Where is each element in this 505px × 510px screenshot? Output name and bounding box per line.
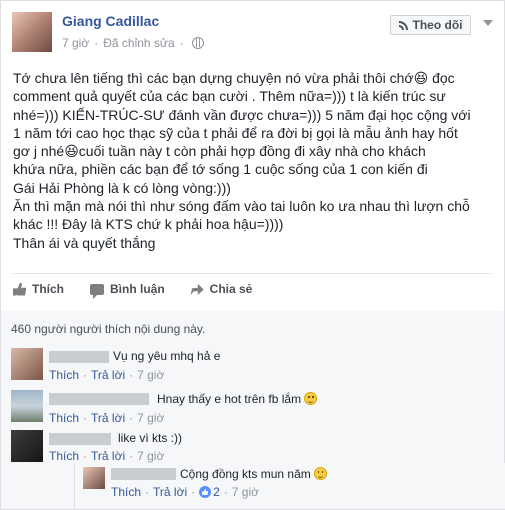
rss-icon	[398, 20, 409, 30]
like-badge-icon	[199, 486, 212, 498]
share-button[interactable]: Chia sẻ	[190, 282, 253, 296]
comment-reply-link[interactable]: Trả lời	[91, 368, 125, 382]
reply-like-count[interactable]: 2	[199, 485, 220, 499]
facebook-post-card: Giang Cadillac 7 giờ · Đã chỉnh sửa · Th…	[0, 0, 505, 510]
commenter-name-redacted[interactable]	[49, 433, 111, 445]
thumbs-up-icon	[13, 282, 26, 296]
share-label: Chia sẻ	[209, 282, 253, 296]
comment-icon	[90, 283, 104, 299]
globe-icon	[191, 37, 204, 49]
likes-summary[interactable]: 460 người người thích nội dung này.	[1, 311, 504, 337]
reply-actions: Thích · Trả lời · 2 · 7 giờ	[111, 485, 260, 499]
comment-like-link[interactable]: Thích	[49, 449, 79, 463]
reply-time[interactable]: 7 giờ	[232, 485, 259, 499]
post-line: 1 năm tới cao học thạc sỹ của t phải để …	[13, 124, 458, 141]
action-bar: Thích Bình luận Chia sẻ	[13, 282, 278, 299]
divider	[13, 273, 491, 274]
comment-text-content: Hnay thấy e hot trên fb lắm	[157, 392, 302, 406]
commenter-name-redacted[interactable]	[49, 351, 109, 363]
smile-emoji-icon	[304, 392, 318, 405]
follow-button[interactable]: Theo dõi	[390, 15, 471, 35]
reply-like-link[interactable]: Thích	[111, 485, 141, 499]
comment-reply-link[interactable]: Trả lời	[91, 449, 125, 463]
commenter-name-redacted[interactable]	[49, 393, 149, 405]
comment-text: Vụ ng yêu mhq hả e	[113, 349, 221, 363]
post-line: Thân ái và quyết thắng	[13, 234, 156, 251]
commenter-avatar[interactable]	[11, 348, 43, 380]
author-avatar[interactable]	[12, 12, 52, 52]
post-line: gơ j nhé😆cuối tuần này t còn phải hợp đồ…	[13, 143, 426, 160]
reply-author-name-redacted[interactable]	[111, 468, 176, 480]
comments-section: Vụ ng yêu mhq hả e Thích · Trả lời · 7 giờ…	[1, 337, 505, 509]
like-button[interactable]: Thích	[13, 282, 64, 296]
comment-time[interactable]: 7 giờ	[137, 368, 164, 382]
comment-button[interactable]: Bình luận	[90, 282, 165, 299]
reply-author-avatar[interactable]	[83, 467, 105, 489]
meta-separator: ·	[94, 36, 99, 50]
post-meta: 7 giờ · Đã chỉnh sửa ·	[62, 36, 204, 50]
meta-separator: ·	[179, 36, 184, 50]
likes-count-text[interactable]: 460 người người thích nội dung này.	[11, 322, 205, 336]
reply-like-count-value: 2	[213, 485, 220, 499]
commenter-avatar[interactable]	[11, 390, 43, 422]
comment-time[interactable]: 7 giờ	[137, 411, 164, 425]
comment-actions: Thích · Trả lời · 7 giờ	[49, 449, 165, 463]
comment-text: like vì kts :))	[118, 431, 183, 445]
post-line: comment quả quyết của các bạn cười . Thê…	[13, 88, 446, 105]
post-text: Tớ chưa lên tiếng thì các bạn dựng chuyệ…	[13, 69, 483, 252]
post-time[interactable]: 7 giờ	[62, 36, 89, 50]
post-line: nhé=))) KIẾN-TRÚC-SƯ đánh vần được chưa=…	[13, 106, 471, 123]
share-icon	[190, 283, 204, 296]
post-line: khứa nữa, phiền các bạn để tớ sống 1 cuộ…	[13, 161, 428, 178]
reply-text: Cộng đồng kts mun năm	[180, 467, 327, 481]
comment-text: Hnay thấy e hot trên fb lắm	[157, 392, 318, 406]
grin-emoji-icon	[313, 467, 327, 480]
chevron-down-icon[interactable]	[483, 20, 493, 26]
reply-thread: Cộng đồng kts mun năm Thích · Trả lời · 2 ·…	[74, 463, 505, 509]
post-line: Gái Hải Phòng là k có lòng vòng:)))	[13, 179, 231, 196]
edited-label[interactable]: Đã chỉnh sửa	[103, 36, 174, 50]
post-line: khác !!! Đây là KTS chứ k phải hoa hậu=)…	[13, 216, 284, 233]
comment-actions: Thích · Trả lời · 7 giờ	[49, 368, 165, 382]
comment-actions: Thích · Trả lời · 7 giờ	[49, 411, 165, 425]
comment-label: Bình luận	[110, 282, 165, 296]
reply-reply-link[interactable]: Trả lời	[153, 485, 187, 499]
post-line: Ăn thì mặn mà nói thì như sóng đấm vào t…	[13, 198, 470, 215]
comment-like-link[interactable]: Thích	[49, 411, 79, 425]
author-name[interactable]: Giang Cadillac	[62, 13, 159, 29]
follow-label: Theo dõi	[412, 18, 463, 32]
reply-text-content: Cộng đồng kts mun năm	[180, 467, 311, 481]
comment-like-link[interactable]: Thích	[49, 368, 79, 382]
comment-reply-link[interactable]: Trả lời	[91, 411, 125, 425]
commenter-avatar[interactable]	[11, 430, 43, 462]
post-line: Tớ chưa lên tiếng thì các bạn dựng chuyệ…	[13, 70, 455, 86]
like-label: Thích	[32, 282, 64, 296]
comment-time[interactable]: 7 giờ	[137, 449, 164, 463]
